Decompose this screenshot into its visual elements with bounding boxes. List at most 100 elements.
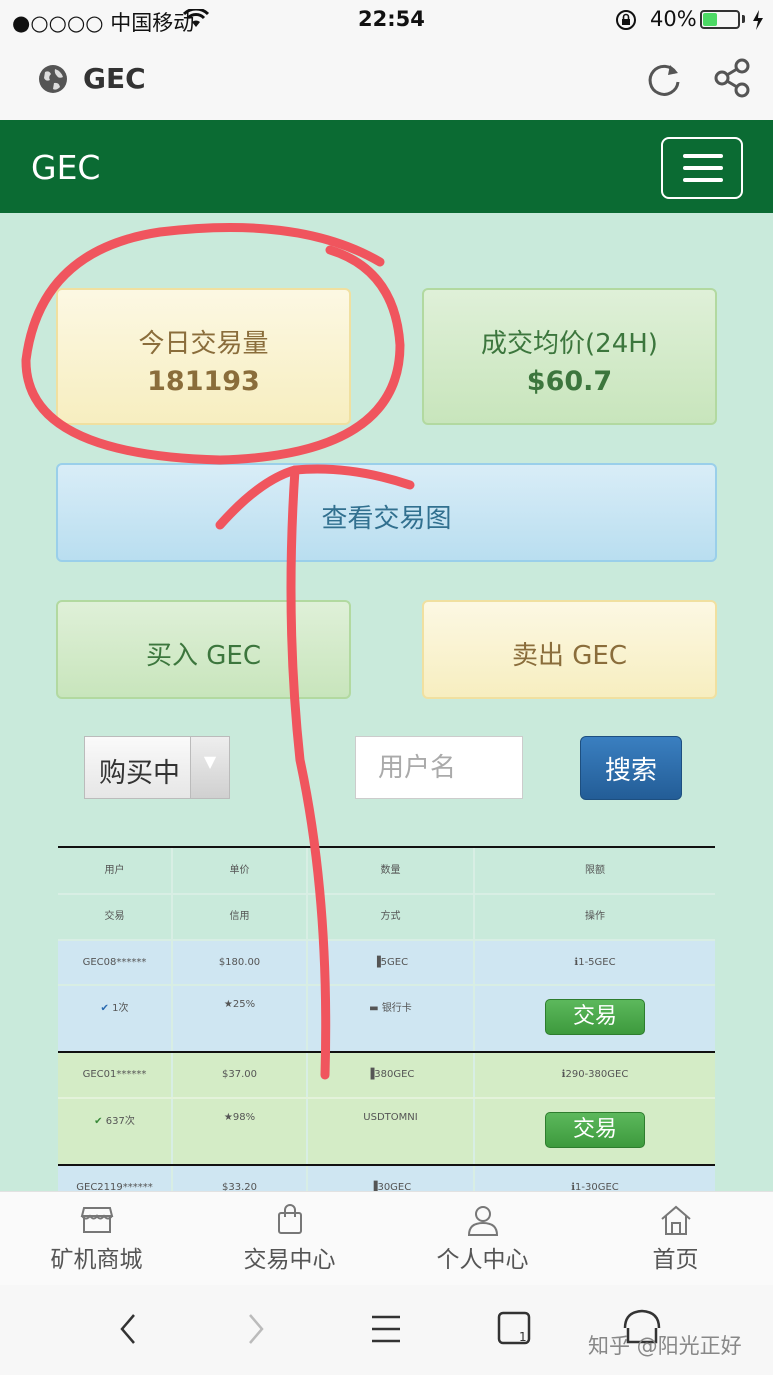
site-brand[interactable]: GEC: [31, 148, 100, 187]
tab-label: 交易中心: [243, 1247, 336, 1273]
tab-label: 矿机商城: [50, 1247, 143, 1273]
sell-gec-label: 卖出 GEC: [512, 641, 627, 671]
today-volume-panel: 今日交易量 181193: [56, 288, 351, 425]
refresh-icon[interactable]: [645, 61, 683, 99]
forward-icon[interactable]: [246, 1313, 266, 1345]
col-header-trades: 交易: [58, 895, 173, 941]
home-icon: [660, 1205, 691, 1235]
order-method: USDTOMNI: [308, 1099, 475, 1166]
today-volume-value: 181193: [147, 366, 260, 397]
check-circle-icon: ✔: [94, 1116, 103, 1127]
table-header-row: 用户 单价 数量 限额: [58, 848, 715, 893]
view-chart-label: 查看交易图: [321, 504, 452, 534]
menu-icon[interactable]: [370, 1313, 402, 1345]
col-header-method: 方式: [308, 895, 475, 941]
star-icon: ★: [223, 999, 233, 1010]
order-method: ▬ 银行卡: [308, 986, 475, 1053]
avg-price-value: $60.7: [526, 366, 613, 397]
orders-table: 用户 单价 数量 限额 交易 信用 方式 操作 GEC08****** $180…: [58, 846, 715, 1191]
order-quantity-value: 5GEC: [380, 957, 409, 968]
order-limit-value: 1-30GEC: [575, 1182, 619, 1191]
rotation-lock-icon: [616, 10, 636, 30]
order-method-value: 银行卡: [381, 1003, 412, 1014]
battery-percent: 40%: [650, 7, 697, 31]
order-quantity-value: 380GEC: [374, 1069, 415, 1080]
col-header-credit: 信用: [173, 895, 308, 941]
order-user: GEC08******: [58, 941, 173, 986]
table-row: ✔ 1次 ★25% ▬ 银行卡 交易: [58, 984, 715, 1053]
globe-icon: [39, 65, 67, 93]
store-icon: [80, 1207, 113, 1233]
order-user: GEC01******: [58, 1053, 173, 1097]
carrier-label: ●○○○○ 中国移动: [12, 11, 195, 35]
order-limit-value: 290-380GEC: [565, 1069, 629, 1080]
order-trades: ✔ 1次: [58, 986, 173, 1053]
today-volume-label: 今日交易量: [138, 329, 269, 359]
bank-card-icon: ▬: [369, 1003, 379, 1014]
chevron-down-icon: ▼: [190, 737, 229, 798]
order-quantity-value: 30GEC: [377, 1182, 412, 1191]
col-header-quantity: 数量: [308, 848, 475, 893]
order-user: GEC2119******: [58, 1166, 173, 1191]
table-header-row: 交易 信用 方式 操作: [58, 893, 715, 941]
share-icon[interactable]: [714, 58, 752, 98]
order-credit: ★98%: [173, 1099, 308, 1166]
order-price: $180.00: [173, 941, 308, 986]
trade-button[interactable]: 交易: [545, 999, 645, 1035]
bar-chart-icon: ▐: [372, 957, 381, 968]
username-input[interactable]: [355, 736, 523, 799]
tab-trade-center[interactable]: 交易中心: [193, 1192, 386, 1286]
page-title: GEC: [83, 62, 146, 95]
order-action: 交易: [475, 1099, 715, 1166]
order-limit: ℹ1-5GEC: [475, 941, 715, 986]
order-limit-value: 1-5GEC: [578, 957, 616, 968]
avg-price-label: 成交均价(24H): [481, 329, 658, 359]
bag-icon: [277, 1204, 302, 1234]
view-chart-button[interactable]: 查看交易图: [56, 463, 717, 562]
table-row: GEC01****** $37.00 ▐380GEC ℹ290-380GEC: [58, 1053, 715, 1097]
tab-label: 个人中心: [436, 1247, 529, 1273]
search-button[interactable]: 搜索: [580, 736, 682, 800]
table-row: ✔ 637次 ★98% USDTOMNI 交易: [58, 1097, 715, 1166]
order-quantity: ▐5GEC: [308, 941, 475, 986]
order-trades: ✔ 637次: [58, 1099, 173, 1166]
tab-miner-store[interactable]: 矿机商城: [0, 1192, 193, 1286]
order-quantity: ▐380GEC: [308, 1053, 475, 1097]
person-icon: [467, 1206, 498, 1236]
wifi-icon: [183, 9, 209, 27]
order-status-value: 购买中: [99, 758, 180, 789]
order-limit: ℹ290-380GEC: [475, 1053, 715, 1097]
col-header-action: 操作: [585, 911, 605, 922]
order-price: $37.00: [173, 1053, 308, 1097]
order-quantity: ▐30GEC: [308, 1166, 475, 1191]
star-icon: ★: [223, 1112, 233, 1123]
battery-icon: [700, 10, 740, 29]
col-header-user: 用户: [58, 848, 173, 893]
order-trades-value: 1次: [112, 1003, 129, 1014]
back-icon[interactable]: [118, 1313, 138, 1345]
trade-button[interactable]: 交易: [545, 1112, 645, 1148]
order-status-select[interactable]: 购买中 ▼: [84, 736, 230, 799]
buy-gec-button[interactable]: 买入 GEC: [56, 600, 351, 699]
avg-price-panel: 成交均价(24H) $60.7: [422, 288, 717, 425]
tabs-icon[interactable]: 1: [497, 1311, 533, 1347]
table-row: GEC08****** $180.00 ▐5GEC ℹ1-5GEC: [58, 939, 715, 986]
tab-label: 首页: [652, 1247, 699, 1273]
hamburger-icon: [683, 166, 723, 170]
hamburger-icon: [683, 178, 723, 182]
order-credit: ★25%: [173, 986, 308, 1053]
col-header-price: 单价: [173, 848, 308, 893]
sell-gec-button[interactable]: 卖出 GEC: [422, 600, 717, 699]
bottom-tab-bar: 矿机商城 交易中心 个人中心 首页: [0, 1191, 773, 1286]
order-action: 交易: [475, 986, 715, 1053]
buy-gec-label: 买入 GEC: [146, 641, 261, 671]
tab-home[interactable]: 首页: [579, 1192, 772, 1286]
menu-toggle-button[interactable]: [661, 137, 743, 199]
clock: 22:54: [358, 7, 425, 31]
charging-icon: [753, 10, 763, 30]
order-trades-value: 637次: [105, 1116, 135, 1127]
order-price: $33.20: [173, 1166, 308, 1191]
watermark: 知乎 @阳光正好: [588, 1334, 742, 1358]
order-credit-value: 98%: [232, 1112, 256, 1123]
tab-personal-center[interactable]: 个人中心: [386, 1192, 579, 1286]
